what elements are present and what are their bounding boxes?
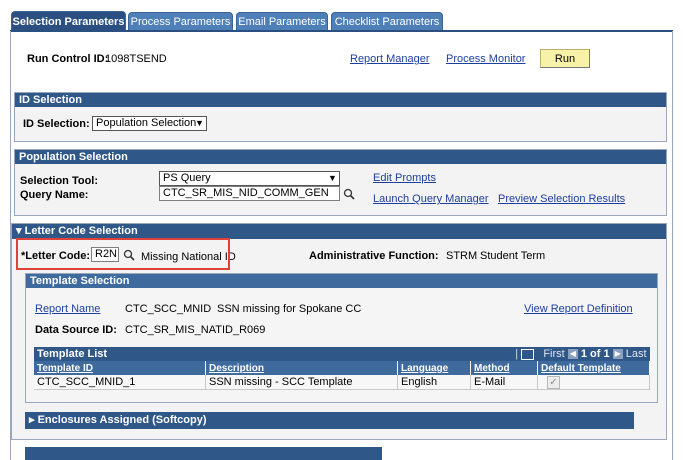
population-selection-section: Population Selection bbox=[14, 149, 667, 216]
run-button[interactable]: Run bbox=[540, 49, 590, 68]
edit-prompts-link[interactable]: Edit Prompts bbox=[373, 172, 436, 184]
column-header-method[interactable]: Method bbox=[470, 361, 538, 375]
cell-description: SSN missing - SCC Template bbox=[205, 375, 398, 390]
collapse-triangle-icon: ▾ bbox=[16, 225, 22, 237]
chevron-down-icon: ▼ bbox=[195, 118, 204, 128]
data-source-id-value: CTC_SR_MIS_NATID_R069 bbox=[125, 324, 266, 336]
report-name-description: SSN missing for Spokane CC bbox=[217, 303, 362, 315]
id-selection-value: Population Selection bbox=[96, 117, 197, 129]
selection-tool-value: PS Query bbox=[163, 172, 211, 184]
enclosures-assigned-section[interactable]: ▸ Enclosures Assigned (Softcopy) bbox=[25, 412, 634, 429]
launch-query-manager-link[interactable]: Launch Query Manager bbox=[373, 193, 489, 205]
id-selection-header: ID Selection bbox=[15, 93, 666, 107]
zoom-grid-icon[interactable] bbox=[521, 348, 535, 360]
enclosures-assigned-title: Enclosures Assigned (Softcopy) bbox=[37, 414, 207, 426]
next-arrow-icon[interactable]: ▶ bbox=[612, 349, 623, 360]
administrative-function-code: STRM bbox=[446, 250, 478, 262]
tab-selection-parameters[interactable]: Selection Parameters bbox=[11, 11, 126, 31]
column-header-default-template[interactable]: Default Template bbox=[537, 361, 650, 375]
letter-code-selection-header[interactable]: ▾ Letter Code Selection bbox=[12, 224, 666, 239]
tab-process-parameters[interactable]: Process Parameters bbox=[128, 12, 233, 30]
column-header-template-id[interactable]: Template ID bbox=[34, 361, 206, 375]
id-selection-dropdown[interactable]: Population Selection ▼ bbox=[92, 116, 207, 131]
letter-code-selection-title: Letter Code Selection bbox=[24, 225, 138, 237]
query-name-input[interactable]: CTC_SR_MIS_NID_COMM_GEN bbox=[159, 186, 340, 201]
template-list-title: Template List bbox=[37, 348, 108, 360]
tab-bar: Selection Parameters Process Parameters … bbox=[0, 0, 683, 32]
tab-checklist-parameters[interactable]: Checklist Parameters bbox=[331, 12, 443, 30]
grid-navigation: | First ◀ 1 of 1 ▶ Last bbox=[515, 348, 647, 360]
previous-arrow-icon[interactable]: ◀ bbox=[567, 349, 578, 360]
run-control-value: 1098TSEND bbox=[105, 53, 167, 65]
run-control-label: Run Control ID: bbox=[27, 53, 109, 65]
collapsed-section-header[interactable] bbox=[25, 447, 382, 460]
template-list-grid: Template List | First ◀ 1 of 1 ▶ Last Te… bbox=[34, 347, 650, 390]
cell-template-id: CTC_SCC_MNID_1 bbox=[34, 375, 206, 390]
template-selection-header: Template Selection bbox=[26, 274, 657, 288]
selection-tool-dropdown[interactable]: PS Query ▼ bbox=[159, 171, 340, 186]
report-name-link[interactable]: Report Name bbox=[35, 303, 100, 315]
first-link[interactable]: First bbox=[543, 348, 564, 360]
highlight-box bbox=[16, 238, 230, 270]
query-name-label: Query Name: bbox=[20, 189, 89, 201]
lookup-search-icon[interactable] bbox=[343, 188, 355, 200]
administrative-function-label: Administrative Function: bbox=[309, 250, 439, 262]
data-source-id-label: Data Source ID: bbox=[35, 324, 117, 336]
column-header-description[interactable]: Description bbox=[205, 361, 398, 375]
preview-selection-results-link[interactable]: Preview Selection Results bbox=[498, 193, 625, 205]
column-header-language[interactable]: Language bbox=[397, 361, 471, 375]
cell-language: English bbox=[397, 375, 471, 390]
cell-method: E-Mail bbox=[470, 375, 538, 390]
tab-email-parameters[interactable]: Email Parameters bbox=[236, 12, 328, 30]
expand-triangle-icon: ▸ bbox=[29, 414, 35, 426]
population-selection-header: Population Selection bbox=[15, 150, 666, 164]
report-name-value: CTC_SCC_MNID bbox=[125, 303, 212, 315]
default-template-checkbox[interactable]: ✓ bbox=[547, 375, 560, 389]
row-range: 1 of 1 bbox=[580, 348, 610, 360]
cell-default-template: ✓ bbox=[537, 375, 650, 390]
id-selection-label: ID Selection: bbox=[23, 118, 90, 130]
process-monitor-link[interactable]: Process Monitor bbox=[446, 53, 525, 65]
report-manager-link[interactable]: Report Manager bbox=[350, 53, 430, 65]
administrative-function-description: Student Term bbox=[480, 250, 546, 262]
chevron-down-icon: ▼ bbox=[328, 173, 337, 183]
selection-tool-label: Selection Tool: bbox=[20, 175, 99, 187]
last-link[interactable]: Last bbox=[626, 348, 647, 360]
view-report-definition-link[interactable]: View Report Definition bbox=[524, 303, 633, 315]
table-row: CTC_SCC_MNID_1 SSN missing - SCC Templat… bbox=[34, 375, 650, 390]
